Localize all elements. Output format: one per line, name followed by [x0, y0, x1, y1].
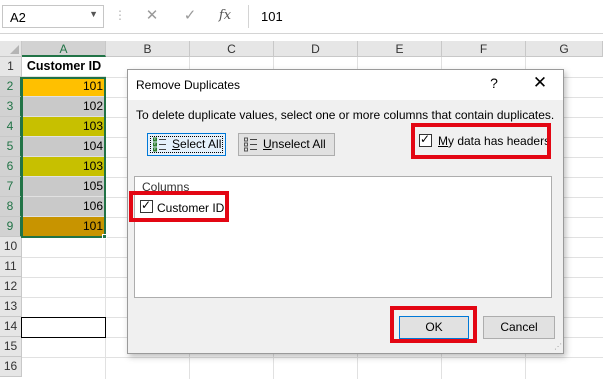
row-header-16[interactable]: 16	[0, 357, 22, 377]
cell-a8[interactable]: 106	[22, 197, 106, 217]
cell-a7[interactable]: 105	[22, 177, 106, 197]
select-all-corner[interactable]	[0, 41, 22, 57]
cell-a2[interactable]: 101	[22, 77, 106, 97]
resize-grip-icon[interactable]: ⋰	[554, 342, 562, 351]
unselect-all-list-icon	[244, 137, 257, 152]
dialog-titlebar[interactable]: Remove Duplicates ? ✕	[128, 70, 563, 100]
formula-input[interactable]: 101	[248, 5, 603, 28]
formula-bar: A2 ▼ ⋮ ✕ ✓ fx 101	[0, 0, 603, 34]
row-header-3[interactable]: 3	[0, 97, 22, 117]
cancel-button[interactable]: Cancel	[483, 316, 555, 339]
help-icon[interactable]: ?	[484, 75, 504, 91]
select-all-label: Select All	[172, 137, 222, 151]
unselect-all-label: Unselect All	[263, 137, 326, 151]
row-header-11[interactable]: 11	[0, 257, 22, 277]
dialog-title: Remove Duplicates	[136, 78, 241, 92]
cell-a9[interactable]: 101	[22, 217, 106, 237]
cell-a6[interactable]: 103	[22, 157, 106, 177]
check-icon: ✓	[420, 132, 431, 146]
headers-checkbox-label[interactable]: My data has headers	[438, 134, 550, 148]
row-header-12[interactable]: 12	[0, 277, 22, 297]
unselect-all-button[interactable]: Unselect All	[238, 133, 335, 156]
cell-a1[interactable]: Customer ID	[22, 57, 106, 77]
ok-button[interactable]: OK	[399, 316, 469, 339]
chevron-down-icon[interactable]: ▼	[89, 9, 98, 19]
column-header-a[interactable]: A	[22, 41, 106, 57]
row-header-8[interactable]: 8	[0, 197, 22, 217]
name-box[interactable]: A2 ▼	[2, 5, 104, 28]
separator-dots-icon: ⋮	[114, 8, 126, 22]
column-header-d[interactable]: D	[274, 41, 358, 57]
row-header-2[interactable]: 2	[0, 77, 22, 97]
insert-function-icon[interactable]: fx	[215, 6, 235, 26]
cell-a4[interactable]: 103	[22, 117, 106, 137]
row-header-1[interactable]: 1	[0, 57, 22, 77]
row-header-15[interactable]: 15	[0, 337, 22, 357]
column-header-e[interactable]: E	[358, 41, 442, 57]
row-header-9[interactable]: 9	[0, 217, 22, 237]
row-header-6[interactable]: 6	[0, 157, 22, 177]
column-header-g[interactable]: G	[526, 41, 603, 57]
row-header-14[interactable]: 14	[0, 317, 22, 337]
select-all-button[interactable]: Select All	[147, 133, 226, 156]
headers-checkbox[interactable]: ✓	[419, 132, 432, 147]
column-header-c[interactable]: C	[190, 41, 274, 57]
row-header-4[interactable]: 4	[0, 117, 22, 137]
column-header-f[interactable]: F	[442, 41, 526, 57]
check-icon: ✓	[141, 198, 152, 212]
enter-icon[interactable]: ✓	[180, 6, 200, 26]
column-item-checkbox[interactable]: ✓	[140, 198, 153, 213]
columns-listbox[interactable]: Columns ✓ Customer ID	[134, 176, 552, 298]
cell-a5[interactable]: 104	[22, 137, 106, 157]
close-icon[interactable]: ✕	[529, 73, 551, 93]
column-header-b[interactable]: B	[106, 41, 190, 57]
name-box-value: A2	[10, 10, 26, 25]
row-header-13[interactable]: 13	[0, 297, 22, 317]
column-item-label[interactable]: Customer ID	[157, 201, 224, 215]
cell-a14-outline[interactable]	[21, 317, 106, 338]
remove-duplicates-dialog: Remove Duplicates ? ✕ To delete duplicat…	[127, 69, 564, 354]
row-header-7[interactable]: 7	[0, 177, 22, 197]
select-all-list-icon	[153, 137, 166, 152]
fill-handle[interactable]	[102, 234, 107, 239]
columns-label: Columns	[142, 180, 190, 194]
row-header-10[interactable]: 10	[0, 237, 22, 257]
formula-value: 101	[261, 9, 283, 24]
dialog-instructions: To delete duplicate values, select one o…	[136, 108, 555, 122]
cancel-icon[interactable]: ✕	[142, 6, 162, 26]
cell-a3[interactable]: 102	[22, 97, 106, 117]
row-header-5[interactable]: 5	[0, 137, 22, 157]
